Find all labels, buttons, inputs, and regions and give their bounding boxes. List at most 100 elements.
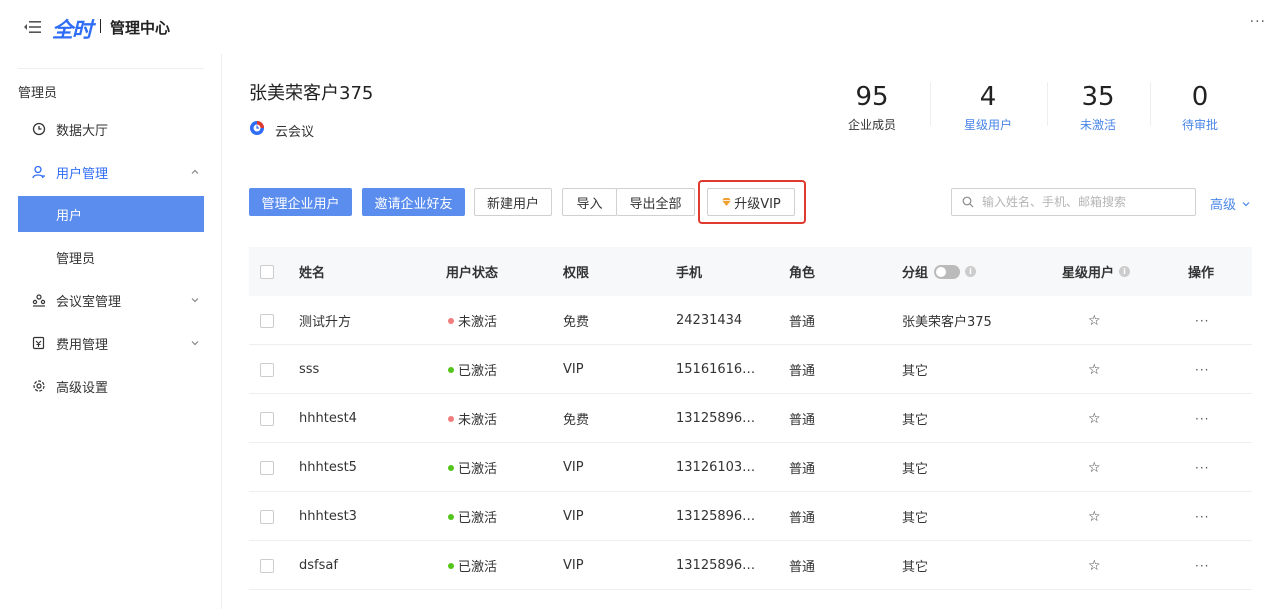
star-icon[interactable]: ☆ bbox=[1088, 394, 1101, 443]
table-row[interactable]: hhhtest4 未激活 免费 13125896… 普通 其它 ☆ ··· bbox=[249, 394, 1252, 443]
user-icon bbox=[32, 165, 46, 179]
stat-star-users[interactable]: 4 星级用户 bbox=[948, 82, 1028, 133]
info-icon[interactable]: i bbox=[1119, 266, 1131, 277]
status-text: 已激活 bbox=[458, 364, 498, 379]
cell-role: 普通 bbox=[789, 315, 816, 330]
more-options-icon[interactable]: ··· bbox=[1250, 14, 1266, 30]
advanced-label: 高级 bbox=[1210, 198, 1237, 213]
sidebar-item-dashboard[interactable]: 数据大厅 bbox=[18, 111, 204, 147]
row-checkbox[interactable] bbox=[260, 296, 274, 345]
stat-divider bbox=[1047, 82, 1048, 126]
search-input[interactable] bbox=[982, 195, 1182, 209]
row-checkbox[interactable] bbox=[260, 492, 274, 541]
status-text: 未激活 bbox=[458, 315, 498, 330]
stat-label[interactable]: 待审批 bbox=[1160, 116, 1240, 133]
row-checkbox[interactable] bbox=[260, 345, 274, 394]
sidebar-item-advanced-settings[interactable]: 高级设置 bbox=[18, 368, 204, 404]
cell-group: 其它 bbox=[902, 364, 929, 379]
stat-inactive[interactable]: 35 未激活 bbox=[1058, 82, 1138, 133]
column-header-role[interactable]: 角色 bbox=[789, 247, 815, 296]
sidebar-item-label: 用户管理 bbox=[56, 166, 109, 182]
column-header-phone[interactable]: 手机 bbox=[676, 247, 702, 296]
cell-status: 已激活 bbox=[448, 492, 497, 541]
stat-label[interactable]: 星级用户 bbox=[948, 116, 1028, 133]
row-checkbox[interactable] bbox=[260, 541, 274, 590]
product-name: 云会议 bbox=[275, 124, 315, 140]
star-icon[interactable]: ☆ bbox=[1088, 296, 1101, 345]
stat-value: 35 bbox=[1081, 82, 1115, 112]
row-more-actions-icon[interactable]: ··· bbox=[1195, 296, 1209, 345]
cell-phone: 24231434 bbox=[676, 313, 743, 328]
stat-label: 企业成员 bbox=[847, 118, 896, 132]
info-icon[interactable]: i bbox=[965, 266, 977, 277]
new-user-button[interactable]: 新建用户 bbox=[474, 188, 552, 216]
star-icon[interactable]: ☆ bbox=[1088, 541, 1101, 590]
main-content: 张美荣客户375 云会议 95 企业成员 4 星级用户 35 未激活 0 待审批… bbox=[222, 54, 1280, 609]
cell-permission: VIP bbox=[563, 460, 584, 475]
row-more-actions-icon[interactable]: ··· bbox=[1195, 541, 1209, 590]
status-dot bbox=[448, 513, 454, 520]
cell-status: 已激活 bbox=[448, 345, 497, 394]
sidebar-item-user-management[interactable]: 用户管理 bbox=[18, 154, 204, 190]
table-row[interactable]: 测试升方 未激活 免费 24231434 普通 张美荣客户375 ☆ ··· bbox=[249, 296, 1252, 345]
status-dot bbox=[448, 562, 454, 569]
menu-collapse-icon[interactable] bbox=[22, 19, 42, 35]
advanced-search-toggle[interactable]: 高级 bbox=[1210, 194, 1251, 213]
sidebar-item-meeting-rooms[interactable]: 会议室管理 bbox=[18, 282, 204, 318]
row-more-actions-icon[interactable]: ··· bbox=[1195, 492, 1209, 541]
sidebar-item-label: 用户 bbox=[56, 208, 83, 224]
sidebar-item-label: 高级设置 bbox=[56, 380, 109, 396]
upgrade-vip-label: 升级VIP bbox=[734, 196, 781, 212]
brand-logo[interactable]: 全时 bbox=[52, 14, 93, 44]
cell-name: 测试升方 bbox=[299, 315, 352, 330]
search-icon bbox=[962, 196, 974, 208]
cell-permission: 免费 bbox=[563, 413, 590, 428]
row-more-actions-icon[interactable]: ··· bbox=[1195, 345, 1209, 394]
meeting-room-icon bbox=[32, 293, 46, 307]
row-more-actions-icon[interactable]: ··· bbox=[1195, 443, 1209, 492]
cell-permission: VIP bbox=[563, 509, 584, 524]
search-box[interactable] bbox=[951, 188, 1196, 216]
star-icon[interactable]: ☆ bbox=[1088, 345, 1101, 394]
cell-role: 普通 bbox=[789, 511, 816, 526]
cell-permission: 免费 bbox=[563, 315, 590, 330]
star-icon[interactable]: ☆ bbox=[1088, 443, 1101, 492]
stat-value: 4 bbox=[979, 82, 997, 112]
chevron-down-icon bbox=[1241, 199, 1251, 209]
cell-name: hhhtest4 bbox=[299, 411, 357, 426]
product-label: 云会议 bbox=[249, 120, 314, 140]
group-toggle[interactable] bbox=[934, 264, 961, 279]
sidebar-item-billing[interactable]: 费用管理 bbox=[18, 325, 204, 361]
stat-divider bbox=[930, 82, 931, 126]
stat-value: 95 bbox=[855, 82, 889, 112]
cell-status: 已激活 bbox=[448, 541, 497, 590]
invite-friends-button[interactable]: 邀请企业好友 bbox=[362, 188, 465, 216]
manage-users-button[interactable]: 管理企业用户 bbox=[249, 188, 352, 216]
row-more-actions-icon[interactable]: ··· bbox=[1195, 394, 1209, 443]
import-button[interactable]: 导入 bbox=[562, 188, 617, 216]
upgrade-vip-button[interactable]: 升级VIP bbox=[707, 188, 795, 216]
column-header-permission[interactable]: 权限 bbox=[563, 247, 589, 296]
star-icon[interactable]: ☆ bbox=[1088, 492, 1101, 541]
sidebar-item-label: 会议室管理 bbox=[56, 294, 122, 310]
cell-name: sss bbox=[299, 362, 320, 377]
sidebar-item-admins[interactable]: 管理员 bbox=[18, 239, 204, 275]
table-row[interactable]: sss 已激活 VIP 15161616… 普通 其它 ☆ ··· bbox=[249, 345, 1252, 394]
stat-pending[interactable]: 0 待审批 bbox=[1160, 82, 1240, 133]
column-header-group-label: 分组 bbox=[902, 266, 929, 281]
table-row[interactable]: hhhtest3 已激活 VIP 13125896… 普通 其它 ☆ ··· bbox=[249, 492, 1252, 541]
cell-group: 其它 bbox=[902, 511, 929, 526]
select-all-checkbox[interactable] bbox=[260, 247, 274, 296]
column-header-status[interactable]: 用户状态 bbox=[446, 247, 498, 296]
company-name: 张美荣客户375 bbox=[249, 83, 374, 104]
table-row[interactable]: dsfsaf 已激活 VIP 13125896… 普通 其它 ☆ ··· bbox=[249, 541, 1252, 590]
row-checkbox[interactable] bbox=[260, 443, 274, 492]
column-header-name[interactable]: 姓名 bbox=[299, 247, 325, 296]
table-row[interactable]: hhhtest5 已激活 VIP 13126103… 普通 其它 ☆ ··· bbox=[249, 443, 1252, 492]
row-checkbox[interactable] bbox=[260, 394, 274, 443]
export-all-button[interactable]: 导出全部 bbox=[616, 188, 695, 216]
stat-label[interactable]: 未激活 bbox=[1058, 116, 1138, 133]
billing-icon bbox=[32, 336, 46, 350]
sidebar-item-users[interactable]: 用户 bbox=[18, 196, 204, 232]
cell-permission: VIP bbox=[563, 362, 584, 377]
